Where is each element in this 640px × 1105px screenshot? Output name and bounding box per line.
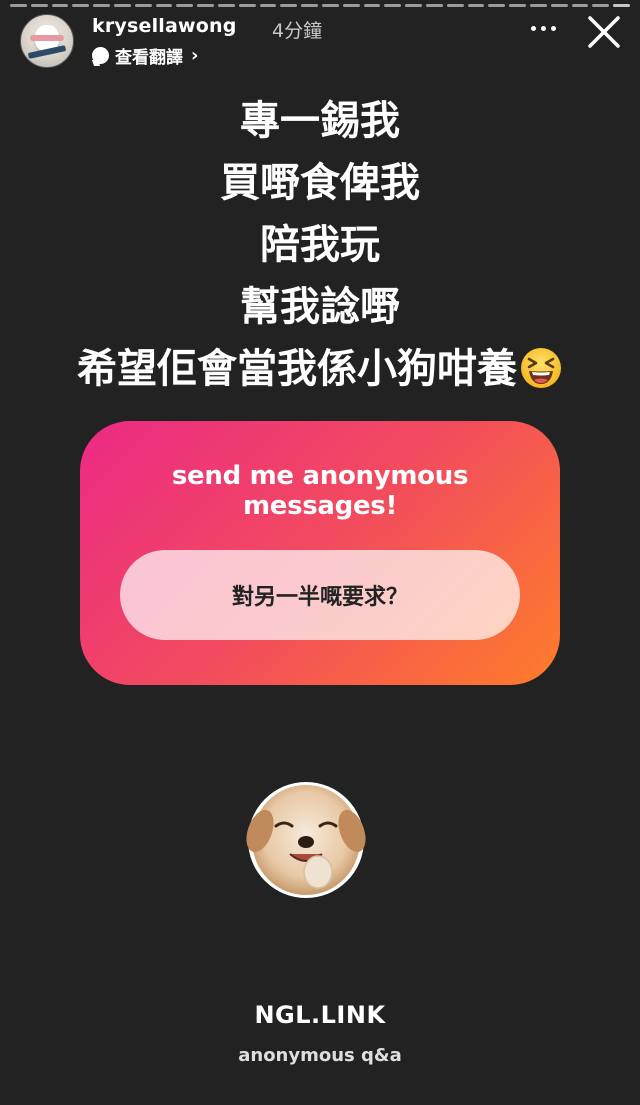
story-progress-bar [10,4,630,7]
card-title-line: send me anonymous [171,461,469,491]
card-title-line: messages! [242,491,398,521]
progress-segment [467,4,485,7]
progress-segment [217,4,235,7]
ngl-brand[interactable]: NGL.LINK [0,1001,640,1029]
progress-segment [321,4,339,7]
progress-segment [571,4,589,7]
progress-segment [51,4,69,7]
progress-segment [592,4,610,7]
progress-segment [405,4,422,7]
chevron-right-icon: › [191,45,199,66]
progress-segment [425,4,443,7]
caption-line: 專一錫我 [240,98,400,144]
progress-segment [93,4,110,7]
card-title: send me anonymous messages! [80,461,560,521]
caption-line-last: 希望佢會當我係小狗咁養 [0,338,640,400]
progress-segment [363,4,381,7]
progress-segment [550,4,568,7]
progress-segment [176,4,194,7]
username[interactable]: krysellawong [92,15,237,37]
story-header: krysellawong 4分鐘 查看翻譯 › [20,14,620,68]
progress-segment [197,4,214,7]
progress-segment [10,4,27,7]
progress-segment [30,4,48,7]
progress-segment [72,4,90,7]
progress-segment [613,4,630,7]
story-caption: 專一錫我 買嘢食俾我 陪我玩 幫我諗嘢 希望佢會當我係小狗咁養 [0,90,640,400]
progress-segment [301,4,318,7]
post-time: 4分鐘 [272,20,323,42]
caption-line: 幫我諗嘢 [240,284,400,330]
question-pill[interactable]: 對另一半嘅要求？ [120,550,520,640]
progress-segment [529,4,547,7]
see-translation-label: 查看翻譯 [115,48,183,68]
chat-bubble-icon [92,47,109,64]
progress-segment [446,4,464,7]
progress-segment [280,4,298,7]
progress-segment [113,4,131,7]
ngl-question-card[interactable]: send me anonymous messages! 對另一半嘅要求？ [80,421,560,685]
progress-segment [488,4,506,7]
laughing-emoji-icon [521,348,561,388]
progress-segment [238,4,256,7]
avatar[interactable] [20,14,74,68]
progress-segment [155,4,173,7]
progress-segment [134,4,152,7]
progress-segment [509,4,526,7]
puppy-sticker [246,782,366,898]
ngl-tagline: anonymous q&a [238,1045,402,1066]
caption-line: 陪我玩 [260,222,380,268]
progress-segment [342,4,360,7]
see-translation-button[interactable]: 查看翻譯 › [92,43,198,68]
caption-line: 買嘢食俾我 [220,160,420,206]
more-options-icon[interactable] [531,26,556,31]
caption-line-text: 希望佢會當我係小狗咁養 [77,346,517,392]
progress-segment [384,4,402,7]
close-icon[interactable] [584,12,624,52]
progress-segment [259,4,277,7]
